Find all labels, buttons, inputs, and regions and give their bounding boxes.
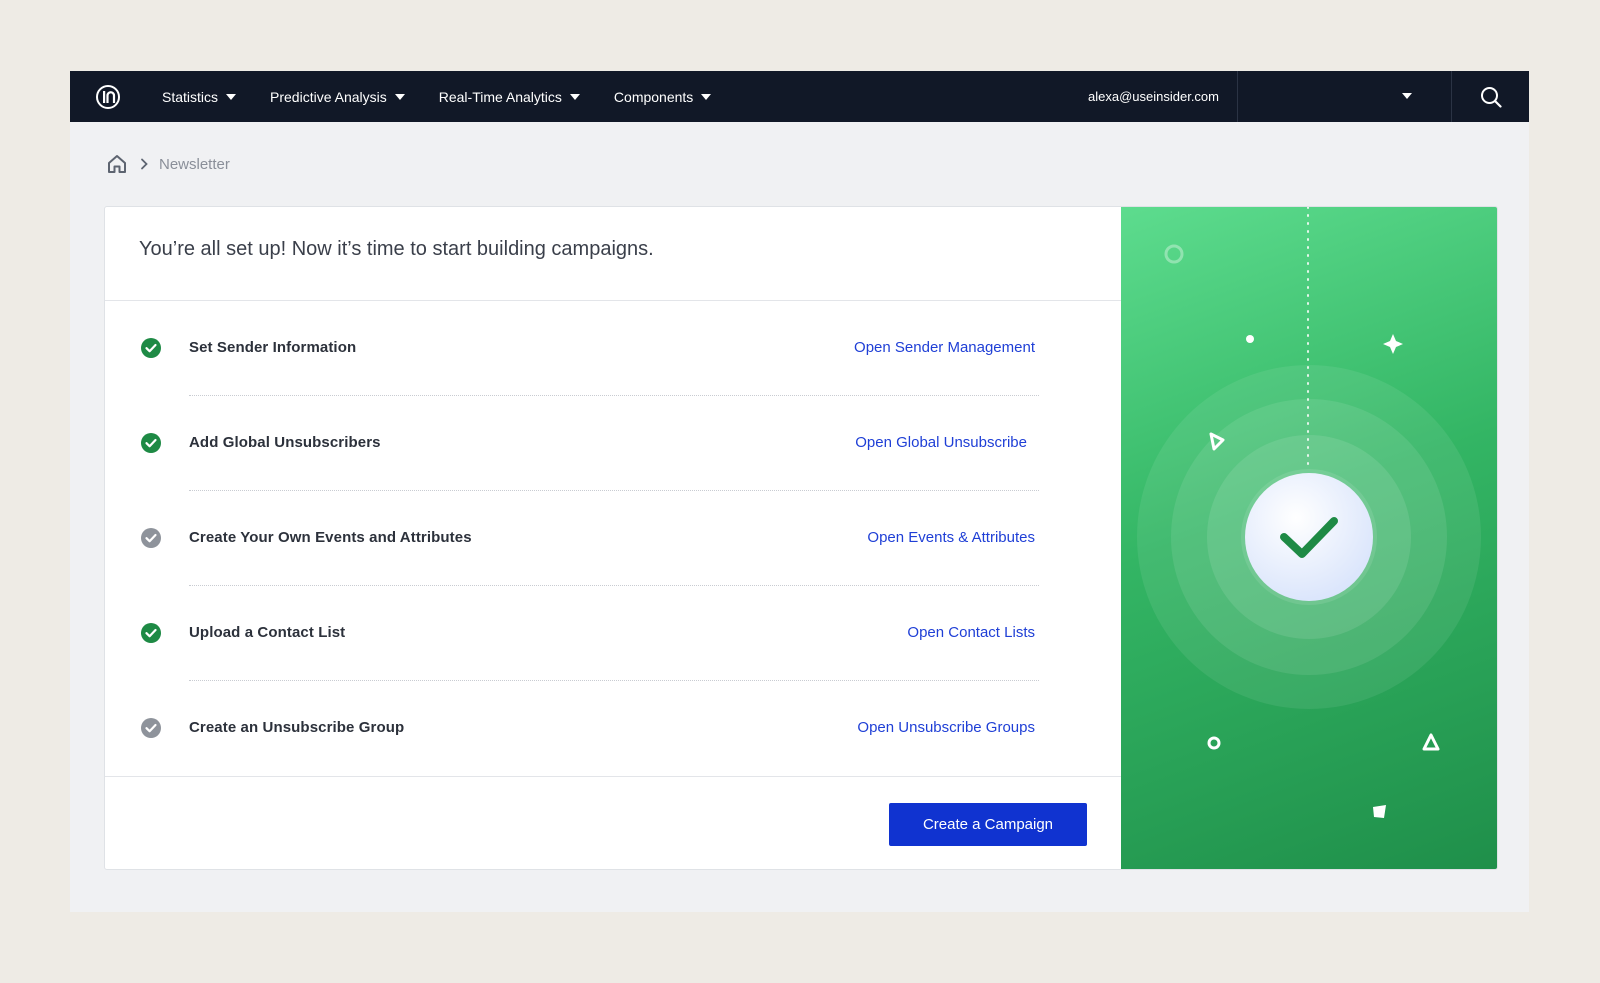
list-item: Add Global Unsubscribers Open Global Uns… — [105, 396, 1121, 491]
nav-item-label: Statistics — [162, 88, 219, 105]
open-events-attributes-link[interactable]: Open Events & Attributes — [867, 529, 1035, 546]
list-item: Create Your Own Events and Attributes Op… — [105, 491, 1121, 586]
breadcrumb: Newsletter — [106, 153, 230, 175]
list-item: Set Sender Information Open Sender Manag… — [105, 301, 1121, 396]
top-navigation-bar: Statistics Predictive Analysis Real-Time… — [70, 71, 1529, 122]
caret-down-icon — [701, 93, 712, 100]
open-sender-management-link[interactable]: Open Sender Management — [854, 339, 1035, 356]
success-illustration — [1121, 207, 1497, 869]
check-circle-icon — [141, 623, 161, 643]
nav-components[interactable]: Components — [613, 88, 712, 105]
caret-down-icon — [394, 93, 405, 100]
setup-card: You’re all set up! Now it’s time to star… — [104, 206, 1498, 870]
create-campaign-label: Create a Campaign — [922, 816, 1054, 833]
step-label: Add Global Unsubscribers — [189, 434, 381, 451]
nav-item-label: Predictive Analysis — [270, 88, 387, 105]
list-item: Upload a Contact List Open Contact Lists — [105, 586, 1121, 681]
create-campaign-button[interactable]: Create a Campaign — [889, 803, 1087, 846]
breadcrumb-current: Newsletter — [159, 155, 230, 173]
open-contact-lists-link[interactable]: Open Contact Lists — [907, 624, 1035, 641]
home-icon[interactable] — [106, 153, 128, 175]
user-email[interactable]: alexa@useinsider.com — [1088, 71, 1219, 122]
caret-down-icon — [226, 93, 237, 100]
account-dropdown[interactable] — [1238, 71, 1455, 122]
nav-predictive-analysis[interactable]: Predictive Analysis — [270, 89, 405, 105]
list-item: Create an Unsubscribe Group Open Unsubsc… — [105, 681, 1121, 776]
insider-logo-icon[interactable] — [94, 83, 122, 111]
success-illustration-graphic — [1137, 207, 1481, 818]
step-label: Upload a Contact List — [189, 624, 346, 641]
footer-divider — [105, 776, 1121, 777]
search-icon — [1481, 87, 1502, 108]
step-label: Set Sender Information — [189, 339, 357, 356]
caret-down-icon — [1402, 93, 1412, 99]
open-unsubscribe-groups-link[interactable]: Open Unsubscribe Groups — [857, 719, 1035, 736]
nav-item-label: Real-Time Analytics — [438, 88, 562, 105]
page-title: You’re all set up! Now it’s time to star… — [139, 238, 654, 260]
check-circle-icon — [141, 528, 161, 548]
step-label: Create an Unsubscribe Group — [189, 719, 405, 736]
check-circle-icon — [141, 338, 161, 358]
check-circle-icon — [141, 433, 161, 453]
chevron-right-icon — [137, 157, 151, 171]
nav-statistics[interactable]: Statistics — [162, 88, 237, 105]
setup-checklist-panel: You’re all set up! Now it’s time to star… — [105, 207, 1121, 869]
open-global-unsubscribe-link[interactable]: Open Global Unsubscribe — [855, 434, 1027, 451]
nav-item-label: Components — [613, 88, 694, 105]
check-circle-icon — [141, 718, 161, 738]
main-nav: Statistics Predictive Analysis Real-Time… — [162, 71, 745, 122]
app-window: Statistics Predictive Analysis Real-Time… — [70, 71, 1529, 912]
caret-down-icon — [569, 93, 580, 100]
step-label: Create Your Own Events and Attributes — [189, 529, 472, 546]
search-button[interactable] — [1452, 71, 1529, 122]
nav-real-time-analytics[interactable]: Real-Time Analytics — [439, 89, 580, 105]
